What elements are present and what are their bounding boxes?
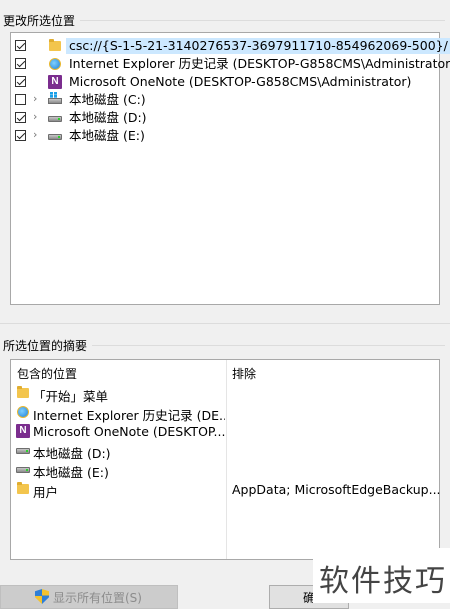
section-divider xyxy=(80,20,445,21)
checkbox[interactable] xyxy=(15,94,26,105)
tree-item-label: 本地磁盘 (C:) xyxy=(69,92,146,107)
chevron-right-icon[interactable]: › xyxy=(33,110,37,123)
tree-item-onenote[interactable]: Microsoft OneNote (DESKTOP-G858CMS\Admin… xyxy=(11,73,439,91)
show-all-locations-button[interactable]: 显示所有位置(S) xyxy=(0,585,178,609)
tree-item-drive-d[interactable]: › 本地磁盘 (D:) xyxy=(11,109,439,127)
onenote-icon xyxy=(47,74,63,90)
drive-icon xyxy=(47,110,63,126)
locations-tree[interactable]: csc://{S-1-5-21-3140276537-3697911710-85… xyxy=(10,32,450,305)
column-header-included[interactable]: 包含的位置 xyxy=(17,365,77,382)
windows-drive-icon xyxy=(47,92,63,108)
tree-item-label: 本地磁盘 (E:) xyxy=(69,128,145,143)
checkbox[interactable] xyxy=(15,130,26,141)
included-location: 本地磁盘 (E:) xyxy=(33,465,109,480)
list-item[interactable]: Internet Explorer 历史记录 (DE... xyxy=(11,403,439,423)
tree-item-label: Microsoft OneNote (DESKTOP-G858CMS\Admin… xyxy=(69,74,412,89)
internet-explorer-icon xyxy=(47,56,63,72)
section-divider xyxy=(92,345,445,346)
drive-icon xyxy=(47,128,63,144)
checkbox[interactable] xyxy=(15,40,26,51)
tree-item-drive-c[interactable]: › 本地磁盘 (C:) xyxy=(11,91,439,109)
watermark-text: 软件技巧 xyxy=(319,564,447,599)
section-separator xyxy=(0,323,450,324)
folder-icon xyxy=(15,481,31,497)
internet-explorer-icon xyxy=(15,404,31,420)
checkbox[interactable] xyxy=(15,58,26,69)
drive-icon xyxy=(15,461,31,477)
included-location: 用户 xyxy=(33,485,59,500)
tree-item-label: csc://{S-1-5-21-3140276537-3697911710-85… xyxy=(66,38,450,54)
tree-item-csc[interactable]: csc://{S-1-5-21-3140276537-3697911710-85… xyxy=(11,37,450,55)
tree-item-ie-history[interactable]: Internet Explorer 历史记录 (DESKTOP-G858CMS\… xyxy=(11,55,450,73)
chevron-right-icon[interactable]: › xyxy=(33,92,37,105)
folder-icon xyxy=(15,385,31,401)
list-item[interactable]: 「开始」菜单 xyxy=(11,384,439,404)
column-header-excluded[interactable]: 排除 xyxy=(232,365,256,382)
summary-list[interactable]: 包含的位置 排除 「开始」菜单 Internet Explorer 历史记录 (… xyxy=(10,359,441,560)
list-item[interactable]: 本地磁盘 (E:) xyxy=(11,460,439,480)
checkbox[interactable] xyxy=(15,76,26,87)
included-location: Microsoft OneNote (DESKTOP... xyxy=(33,424,225,439)
onenote-icon xyxy=(15,423,31,439)
list-item[interactable]: Microsoft OneNote (DESKTOP... xyxy=(11,422,439,441)
chevron-right-icon[interactable]: › xyxy=(33,128,37,141)
list-item[interactable]: 用户 AppData; MicrosoftEdgeBackup... xyxy=(11,480,441,500)
tree-item-label: 本地磁盘 (D:) xyxy=(69,110,147,125)
list-item[interactable]: 本地磁盘 (D:) xyxy=(11,441,439,461)
summary-title: 所选位置的摘要 xyxy=(3,339,88,353)
tree-item-label: Internet Explorer 历史记录 (DESKTOP-G858CMS\… xyxy=(69,56,450,71)
change-locations-title: 更改所选位置 xyxy=(3,14,76,28)
checkbox[interactable] xyxy=(15,112,26,123)
drive-icon xyxy=(15,442,31,458)
watermark: 软件技巧 xyxy=(313,548,450,603)
tree-item-drive-e[interactable]: › 本地磁盘 (E:) xyxy=(11,127,439,145)
excluded-items: AppData; MicrosoftEdgeBackup... xyxy=(232,482,441,497)
folder-icon xyxy=(47,38,63,54)
